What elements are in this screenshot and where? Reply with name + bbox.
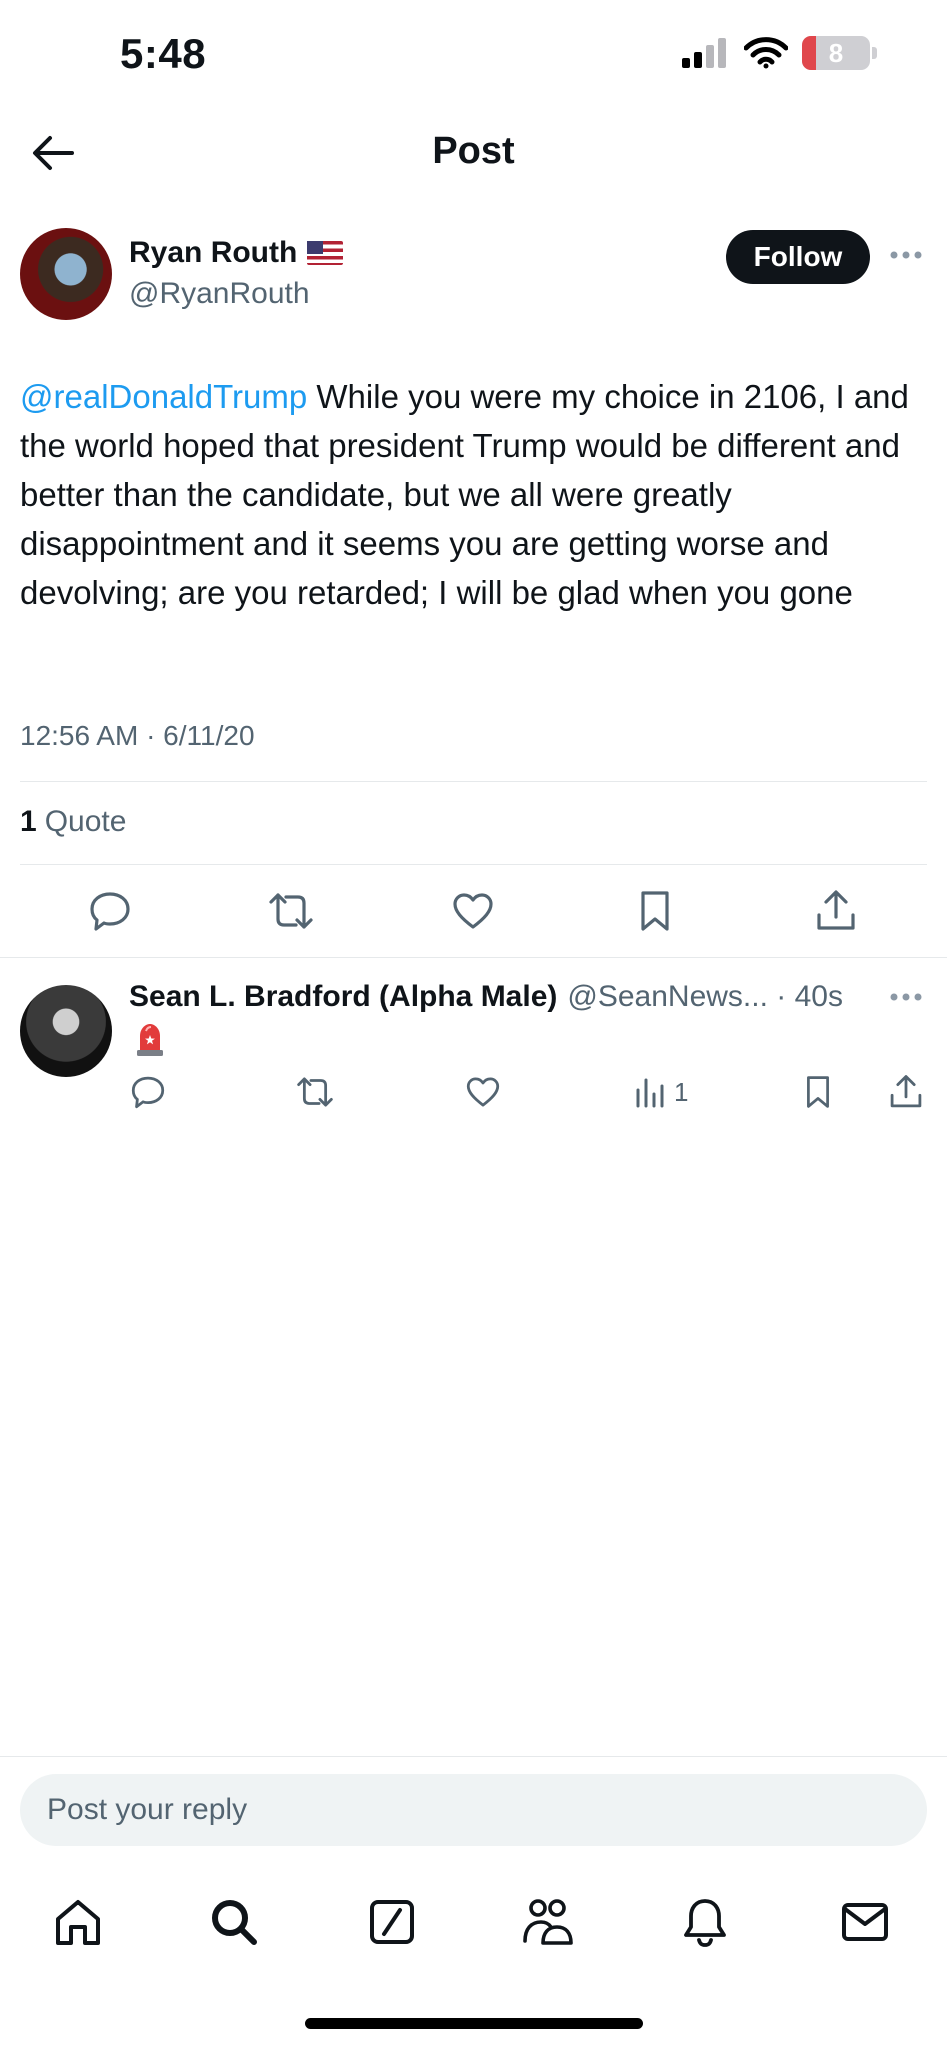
reply-icon: [90, 892, 130, 931]
reply-repost-button[interactable]: [296, 1070, 334, 1114]
reply-more-options-button[interactable]: [888, 982, 924, 1020]
reply-bookmark-button[interactable]: [802, 1070, 834, 1114]
share-icon: [890, 1075, 922, 1108]
author-avatar[interactable]: [20, 228, 112, 320]
author-name[interactable]: Ryan Routh: [129, 236, 344, 270]
home-indicator[interactable]: [305, 2018, 643, 2029]
bookmark-button[interactable]: [632, 888, 678, 934]
bottom-nav: [0, 1892, 947, 1952]
follow-button[interactable]: Follow: [726, 230, 870, 284]
home-icon: [56, 1900, 100, 1945]
post-body: @realDonaldTrump While you were my choic…: [20, 372, 930, 617]
quote-label: Quote: [44, 805, 127, 838]
nav-communities[interactable]: [518, 1892, 578, 1952]
nav-messages[interactable]: [835, 1892, 895, 1952]
bookmark-icon: [641, 891, 669, 931]
communities-icon: [523, 1899, 573, 1945]
post-timestamp: 12:56 AM · 6/11/20: [20, 720, 255, 751]
reply-action-bar: 1: [0, 1070, 947, 1116]
page-title: Post: [432, 130, 515, 172]
reply-reply-button[interactable]: [130, 1070, 166, 1114]
repost-icon: [269, 893, 313, 929]
reply-author-avatar[interactable]: [20, 985, 112, 1077]
repost-button[interactable]: [268, 888, 314, 934]
more-horizontal-icon: [890, 993, 922, 1001]
composer-divider: [0, 1756, 947, 1757]
divider: [0, 957, 947, 958]
notifications-icon: [684, 1899, 726, 1947]
like-icon: [453, 893, 493, 929]
grok-icon: [370, 1900, 414, 1944]
share-icon: [817, 890, 855, 930]
views-icon: [636, 1078, 664, 1108]
reply-like-button[interactable]: [465, 1070, 501, 1114]
mention-link[interactable]: @realDonaldTrump: [20, 378, 307, 415]
search-icon: [212, 1900, 257, 1945]
status-icons: 8: [680, 36, 877, 70]
wifi-icon: [744, 37, 788, 69]
nav-notifications[interactable]: [675, 1892, 735, 1952]
more-options-button[interactable]: [888, 240, 924, 270]
reply-views-button[interactable]: 1: [634, 1070, 688, 1114]
battery-percentage: 8: [828, 37, 844, 68]
reply-icon: [131, 1076, 165, 1109]
status-time: 5:48: [120, 30, 207, 77]
battery-icon: 8: [802, 36, 870, 70]
like-icon: [466, 1077, 500, 1107]
reply-header: Sean L. Bradford (Alpha Male) @SeanNews.…: [129, 980, 843, 1014]
nav-grok[interactable]: [362, 1892, 422, 1952]
reply-share-button[interactable]: [888, 1070, 924, 1114]
reply-author-name[interactable]: Sean L. Bradford (Alpha Male): [129, 980, 557, 1014]
divider: [20, 781, 927, 782]
like-button[interactable]: [450, 888, 496, 934]
bookmark-icon: [807, 1076, 829, 1108]
repost-icon: [297, 1077, 333, 1107]
share-button[interactable]: [813, 888, 859, 934]
divider: [20, 864, 927, 865]
battery-level: [802, 36, 816, 70]
reply-input[interactable]: [20, 1774, 927, 1846]
quote-count: 1: [20, 805, 37, 838]
nav-home[interactable]: [48, 1892, 108, 1952]
siren-emoji-icon: [137, 1024, 163, 1056]
more-horizontal-icon: [890, 251, 922, 259]
quote-count-link[interactable]: 1 Quote: [20, 805, 126, 839]
messages-icon: [842, 1903, 888, 1941]
nav-search[interactable]: [204, 1892, 264, 1952]
reply-author-handle[interactable]: @SeanNews... · 40s: [567, 980, 843, 1014]
cellular-signal-icon: [682, 38, 726, 68]
reply-views-count: 1: [674, 1076, 689, 1107]
us-flag-icon: [307, 241, 344, 265]
battery-nub: [872, 47, 877, 59]
author-name-text: Ryan Routh: [129, 236, 298, 269]
reply-button[interactable]: [87, 888, 133, 934]
author-handle[interactable]: @RyanRouth: [129, 277, 310, 311]
